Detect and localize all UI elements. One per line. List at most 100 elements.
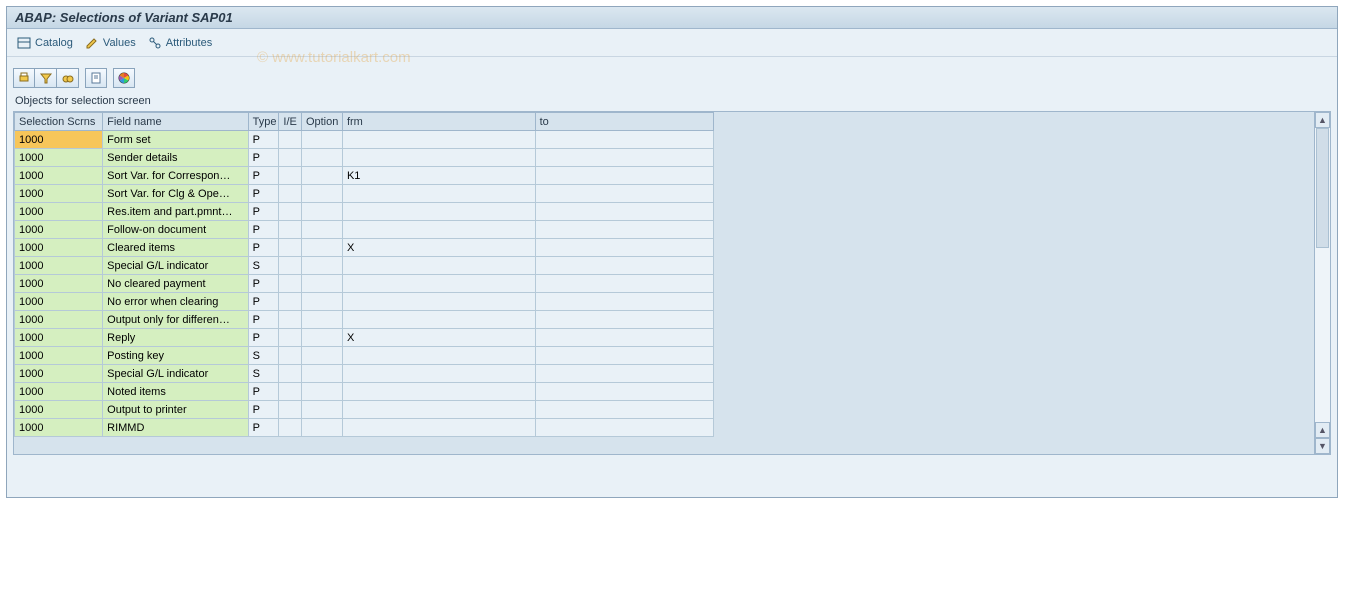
cell-to[interactable] bbox=[535, 167, 713, 185]
cell-to[interactable] bbox=[535, 311, 713, 329]
col-header-scrn[interactable]: Selection Scrns bbox=[15, 113, 103, 131]
cell-fname[interactable]: Res.item and part.pmnt… bbox=[103, 203, 249, 221]
cell-fname[interactable]: Noted items bbox=[103, 383, 249, 401]
cell-frm[interactable] bbox=[342, 203, 535, 221]
vertical-scrollbar[interactable]: ▲ ▲ ▼ bbox=[1314, 112, 1330, 454]
cell-scrn[interactable]: 1000 bbox=[15, 311, 103, 329]
cell-fname[interactable]: Sort Var. for Clg & Ope… bbox=[103, 185, 249, 203]
cell-to[interactable] bbox=[535, 347, 713, 365]
cell-opt[interactable] bbox=[301, 221, 342, 239]
cell-opt[interactable] bbox=[301, 329, 342, 347]
attributes-button[interactable]: Attributes bbox=[148, 36, 212, 50]
cell-opt[interactable] bbox=[301, 167, 342, 185]
cell-opt[interactable] bbox=[301, 149, 342, 167]
cell-frm[interactable] bbox=[342, 401, 535, 419]
cell-to[interactable] bbox=[535, 131, 713, 149]
table-row[interactable]: 1000Sender detailsP bbox=[15, 149, 714, 167]
cell-opt[interactable] bbox=[301, 419, 342, 437]
cell-ie[interactable] bbox=[279, 239, 302, 257]
cell-frm[interactable] bbox=[342, 257, 535, 275]
scroll-up-button[interactable]: ▲ bbox=[1315, 112, 1330, 128]
cell-frm[interactable] bbox=[342, 383, 535, 401]
cell-to[interactable] bbox=[535, 383, 713, 401]
cell-frm[interactable] bbox=[342, 365, 535, 383]
cell-scrn[interactable]: 1000 bbox=[15, 401, 103, 419]
cell-scrn[interactable]: 1000 bbox=[15, 203, 103, 221]
cell-ie[interactable] bbox=[279, 365, 302, 383]
cell-opt[interactable] bbox=[301, 401, 342, 419]
cell-ie[interactable] bbox=[279, 311, 302, 329]
cell-opt[interactable] bbox=[301, 275, 342, 293]
cell-fname[interactable]: Form set bbox=[103, 131, 249, 149]
cell-fname[interactable]: Reply bbox=[103, 329, 249, 347]
cell-frm[interactable] bbox=[342, 419, 535, 437]
col-header-ie[interactable]: I/E bbox=[279, 113, 302, 131]
cell-type[interactable]: S bbox=[248, 365, 279, 383]
cell-type[interactable]: P bbox=[248, 311, 279, 329]
cell-to[interactable] bbox=[535, 329, 713, 347]
cell-ie[interactable] bbox=[279, 167, 302, 185]
table-row[interactable]: 1000Sort Var. for Correspon…PK1 bbox=[15, 167, 714, 185]
values-button[interactable]: Values bbox=[85, 36, 136, 50]
cell-scrn[interactable]: 1000 bbox=[15, 365, 103, 383]
cell-type[interactable]: P bbox=[248, 221, 279, 239]
cell-type[interactable]: P bbox=[248, 149, 279, 167]
cell-to[interactable] bbox=[535, 221, 713, 239]
cell-fname[interactable]: No cleared payment bbox=[103, 275, 249, 293]
cell-frm[interactable] bbox=[342, 311, 535, 329]
col-header-to[interactable]: to bbox=[535, 113, 713, 131]
cell-type[interactable]: P bbox=[248, 383, 279, 401]
cell-ie[interactable] bbox=[279, 419, 302, 437]
cell-scrn[interactable]: 1000 bbox=[15, 131, 103, 149]
cell-ie[interactable] bbox=[279, 203, 302, 221]
col-header-fname[interactable]: Field name bbox=[103, 113, 249, 131]
cell-scrn[interactable]: 1000 bbox=[15, 221, 103, 239]
cell-frm[interactable] bbox=[342, 293, 535, 311]
cell-ie[interactable] bbox=[279, 383, 302, 401]
cell-scrn[interactable]: 1000 bbox=[15, 293, 103, 311]
cell-to[interactable] bbox=[535, 275, 713, 293]
cell-fname[interactable]: Sort Var. for Correspon… bbox=[103, 167, 249, 185]
cell-to[interactable] bbox=[535, 365, 713, 383]
table-row[interactable]: 1000Special G/L indicatorS bbox=[15, 257, 714, 275]
table-row[interactable]: 1000RIMMDP bbox=[15, 419, 714, 437]
cell-ie[interactable] bbox=[279, 275, 302, 293]
cell-scrn[interactable]: 1000 bbox=[15, 167, 103, 185]
cell-ie[interactable] bbox=[279, 329, 302, 347]
cell-opt[interactable] bbox=[301, 293, 342, 311]
cell-type[interactable]: P bbox=[248, 167, 279, 185]
cell-scrn[interactable]: 1000 bbox=[15, 419, 103, 437]
table-row[interactable]: 1000Form setP bbox=[15, 131, 714, 149]
table-row[interactable]: 1000Special G/L indicatorS bbox=[15, 365, 714, 383]
table-row[interactable]: 1000Posting keyS bbox=[15, 347, 714, 365]
table-row[interactable]: 1000Output to printerP bbox=[15, 401, 714, 419]
cell-type[interactable]: P bbox=[248, 401, 279, 419]
cell-fname[interactable]: Follow-on document bbox=[103, 221, 249, 239]
cell-ie[interactable] bbox=[279, 401, 302, 419]
table-row[interactable]: 1000Sort Var. for Clg & Ope…P bbox=[15, 185, 714, 203]
cell-type[interactable]: P bbox=[248, 329, 279, 347]
cell-ie[interactable] bbox=[279, 221, 302, 239]
table-row[interactable]: 1000ReplyPX bbox=[15, 329, 714, 347]
cell-to[interactable] bbox=[535, 257, 713, 275]
cell-opt[interactable] bbox=[301, 383, 342, 401]
cell-to[interactable] bbox=[535, 185, 713, 203]
cell-fname[interactable]: Output only for differen… bbox=[103, 311, 249, 329]
cell-ie[interactable] bbox=[279, 257, 302, 275]
cell-opt[interactable] bbox=[301, 311, 342, 329]
cell-frm[interactable] bbox=[342, 185, 535, 203]
cell-type[interactable]: P bbox=[248, 203, 279, 221]
scroll-thumb[interactable] bbox=[1316, 128, 1329, 248]
cell-scrn[interactable]: 1000 bbox=[15, 149, 103, 167]
cell-scrn[interactable]: 1000 bbox=[15, 257, 103, 275]
cell-frm[interactable] bbox=[342, 149, 535, 167]
cell-to[interactable] bbox=[535, 293, 713, 311]
cell-scrn[interactable]: 1000 bbox=[15, 185, 103, 203]
cell-to[interactable] bbox=[535, 239, 713, 257]
cell-ie[interactable] bbox=[279, 347, 302, 365]
cell-ie[interactable] bbox=[279, 131, 302, 149]
cell-scrn[interactable]: 1000 bbox=[15, 239, 103, 257]
cell-to[interactable] bbox=[535, 401, 713, 419]
table-row[interactable]: 1000Cleared itemsPX bbox=[15, 239, 714, 257]
cell-scrn[interactable]: 1000 bbox=[15, 329, 103, 347]
